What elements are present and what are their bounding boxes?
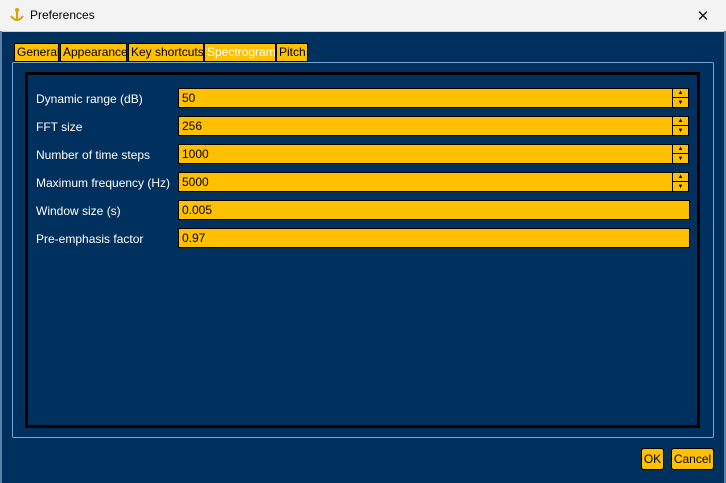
close-button[interactable]: ✕ — [680, 0, 726, 31]
tab-appearance[interactable]: Appearance — [60, 43, 128, 62]
window-title: Preferences — [30, 8, 95, 22]
title-bar: Preferences ✕ — [0, 0, 726, 32]
cancel-button[interactable]: Cancel — [671, 448, 714, 470]
window-size-value: 0.005 — [182, 203, 213, 217]
window-border-left — [0, 31, 2, 483]
time-steps-value: 1000 — [182, 147, 209, 161]
pre-emphasis-label: Pre-emphasis factor — [36, 232, 144, 246]
max-frequency-label: Maximum frequency (Hz) — [36, 176, 171, 190]
ok-button[interactable]: OK — [641, 448, 664, 470]
time-steps-spinner[interactable]: ▲ ▼ — [672, 145, 688, 163]
fft-size-value: 256 — [182, 119, 203, 133]
pre-emphasis-value: 0.97 — [182, 231, 206, 245]
window-size-label: Window size (s) — [36, 204, 121, 218]
dynamic-range-label: Dynamic range (dB) — [36, 92, 143, 106]
tab-general[interactable]: General — [14, 43, 60, 62]
fft-size-spinner[interactable]: ▲ ▼ — [672, 117, 688, 135]
max-frequency-field[interactable]: 5000 ▲ ▼ — [178, 172, 689, 192]
tab-key-shortcuts[interactable]: Key shortcuts — [128, 43, 204, 62]
close-icon: ✕ — [696, 7, 710, 25]
fft-size-label: FFT size — [36, 120, 83, 134]
time-steps-field[interactable]: 1000 ▲ ▼ — [178, 144, 689, 164]
spin-down-arrow-icon[interactable]: ▼ — [673, 126, 688, 135]
pre-emphasis-field[interactable]: 0.97 — [178, 228, 690, 248]
spin-down-arrow-icon[interactable]: ▼ — [673, 182, 688, 191]
time-steps-label: Number of time steps — [36, 148, 151, 162]
dynamic-range-field[interactable]: 50 ▲ ▼ — [178, 88, 689, 108]
dynamic-range-spinner[interactable]: ▲ ▼ — [672, 89, 688, 107]
dynamic-range-value: 50 — [182, 91, 196, 105]
spin-down-arrow-icon[interactable]: ▼ — [673, 154, 688, 163]
window-size-field[interactable]: 0.005 — [178, 200, 690, 220]
fft-size-field[interactable]: 256 ▲ ▼ — [178, 116, 689, 136]
tab-spectrogram[interactable]: Spectrogram — [204, 43, 276, 62]
spin-down-arrow-icon[interactable]: ▼ — [673, 98, 688, 107]
max-frequency-value: 5000 — [182, 175, 209, 189]
tab-pitch[interactable]: Pitch — [276, 43, 308, 62]
max-frequency-spinner[interactable]: ▲ ▼ — [672, 173, 688, 191]
anchor-icon — [10, 8, 24, 21]
